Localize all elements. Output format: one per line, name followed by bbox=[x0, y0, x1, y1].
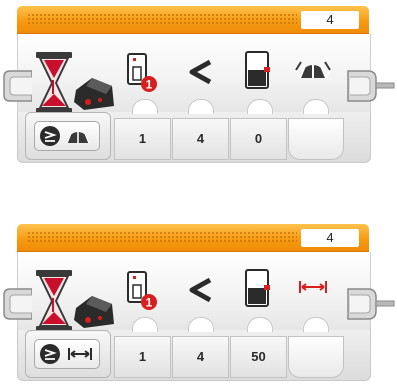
port-badge: 1 bbox=[146, 78, 153, 92]
input-tab bbox=[303, 317, 329, 332]
mode-selector[interactable] bbox=[25, 112, 111, 160]
input-tab bbox=[247, 317, 273, 332]
port-value-field[interactable]: 1 bbox=[114, 118, 171, 160]
compare-mode-icon bbox=[40, 126, 90, 146]
output-plug[interactable] bbox=[288, 118, 344, 160]
input-tab bbox=[247, 99, 273, 114]
threshold-icon bbox=[245, 51, 270, 89]
header-grip bbox=[27, 231, 297, 243]
sequence-in-connector[interactable] bbox=[2, 67, 32, 105]
hourglass-light-sensor-icon bbox=[36, 52, 114, 114]
port-value-field[interactable]: 1 bbox=[114, 336, 171, 378]
input-tab bbox=[132, 99, 158, 114]
threshold-value-field[interactable]: 0 bbox=[230, 118, 287, 160]
compare-type-field[interactable]: 4 bbox=[172, 336, 229, 378]
sequence-out-connector[interactable] bbox=[346, 67, 396, 105]
input-port-icon: 1 bbox=[127, 271, 157, 310]
input-tab bbox=[188, 317, 214, 332]
mode-selector[interactable] bbox=[25, 330, 111, 378]
sequence-in-connector[interactable] bbox=[2, 285, 32, 323]
header-grip bbox=[27, 13, 297, 25]
compare-type-field[interactable]: 4 bbox=[172, 118, 229, 160]
hourglass-light-sensor-icon bbox=[36, 270, 114, 332]
port-badge: 1 bbox=[146, 296, 153, 310]
output-plug[interactable] bbox=[288, 336, 344, 378]
compare-mode-icon bbox=[40, 344, 92, 364]
mode-selector-face bbox=[34, 339, 100, 369]
input-tab bbox=[188, 99, 214, 114]
threshold-icon bbox=[245, 269, 270, 307]
sequence-out-connector[interactable] bbox=[346, 285, 396, 323]
header-value-field[interactable]: 4 bbox=[301, 229, 359, 247]
wait-block-1[interactable]: 4 1 1 4 0 bbox=[0, 0, 397, 165]
input-tab bbox=[132, 317, 158, 332]
header-value-field[interactable]: 4 bbox=[301, 11, 359, 29]
distance-cm-icon bbox=[299, 281, 327, 293]
wait-block-2[interactable]: 4 1 1 4 50 bbox=[0, 218, 397, 383]
input-tab bbox=[303, 99, 329, 114]
ambient-light-icon bbox=[295, 61, 331, 79]
mode-selector-face bbox=[34, 121, 100, 151]
block-header[interactable]: 4 bbox=[17, 224, 369, 252]
threshold-value-field[interactable]: 50 bbox=[230, 336, 287, 378]
block-header[interactable]: 4 bbox=[17, 6, 369, 34]
less-than-icon bbox=[189, 59, 212, 85]
input-port-icon: 1 bbox=[127, 53, 157, 92]
less-than-icon bbox=[189, 277, 212, 303]
